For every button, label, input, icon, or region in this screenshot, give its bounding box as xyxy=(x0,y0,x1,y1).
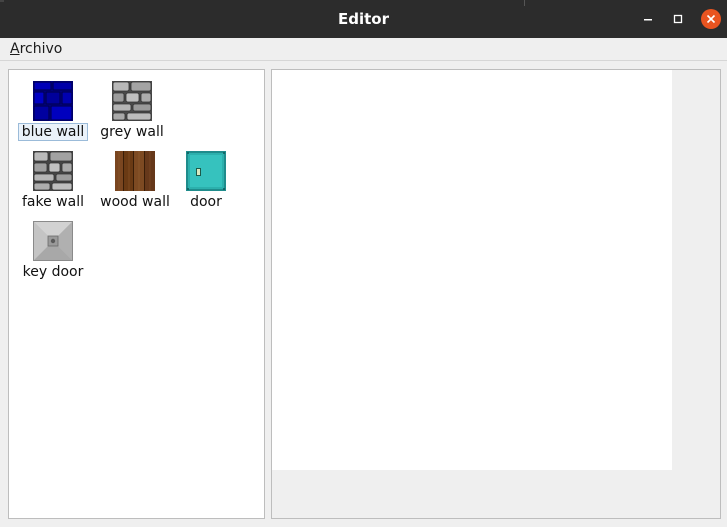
palette-item-label: wood wall xyxy=(95,194,175,210)
close-icon xyxy=(706,14,716,24)
key-door-tile-icon xyxy=(33,221,73,261)
palette-item-wood-wall[interactable]: wood wall xyxy=(95,151,175,217)
menu-archivo-label: rchivo xyxy=(19,41,63,57)
grey-wall-tile-icon xyxy=(112,81,152,121)
palette-item-text: blue wall xyxy=(17,123,89,141)
door-tile-icon xyxy=(186,151,226,191)
map-panel xyxy=(271,69,721,519)
palette-item-blue-wall[interactable]: blue wall xyxy=(13,81,93,147)
fake-wall-tile-icon xyxy=(33,151,73,191)
palette-item-fake-wall[interactable]: fake wall xyxy=(13,151,93,217)
palette-item-door[interactable]: door xyxy=(166,151,246,217)
wood-wall-tile-icon xyxy=(115,151,155,191)
palette-item-label: blue wall xyxy=(13,123,93,141)
title-bar-corner xyxy=(0,0,4,2)
palette-item-text: wood wall xyxy=(100,194,170,210)
tile-palette: blue wall grey wall fake wall wood wall … xyxy=(8,69,265,519)
window-title: Editor xyxy=(338,10,389,28)
title-bar-divider xyxy=(524,0,525,6)
blue-wall-tile-icon xyxy=(33,81,73,121)
menu-archivo-mnemonic: A xyxy=(10,41,20,57)
close-button[interactable] xyxy=(701,9,721,29)
menu-bar: Archivo xyxy=(0,38,727,61)
minimize-icon xyxy=(644,19,652,21)
palette-item-label: fake wall xyxy=(13,194,93,210)
palette-item-grey-wall[interactable]: grey wall xyxy=(92,81,172,147)
palette-item-text: door xyxy=(190,194,222,210)
palette-item-text: grey wall xyxy=(100,124,164,140)
title-bar[interactable]: Editor xyxy=(0,0,727,38)
maximize-icon xyxy=(673,14,683,24)
palette-item-label: key door xyxy=(13,264,93,280)
map-canvas[interactable] xyxy=(272,70,672,470)
palette-item-label: door xyxy=(166,194,246,210)
palette-item-label: grey wall xyxy=(92,124,172,140)
menu-archivo[interactable]: Archivo xyxy=(10,41,62,57)
palette-item-key-door[interactable]: key door xyxy=(13,221,93,287)
palette-item-text: fake wall xyxy=(22,194,84,210)
maximize-button[interactable] xyxy=(668,9,688,29)
palette-item-text: key door xyxy=(22,264,84,280)
minimize-button[interactable] xyxy=(638,9,658,29)
editor-window: Editor Archivo blue wall grey wall fake … xyxy=(0,0,727,527)
